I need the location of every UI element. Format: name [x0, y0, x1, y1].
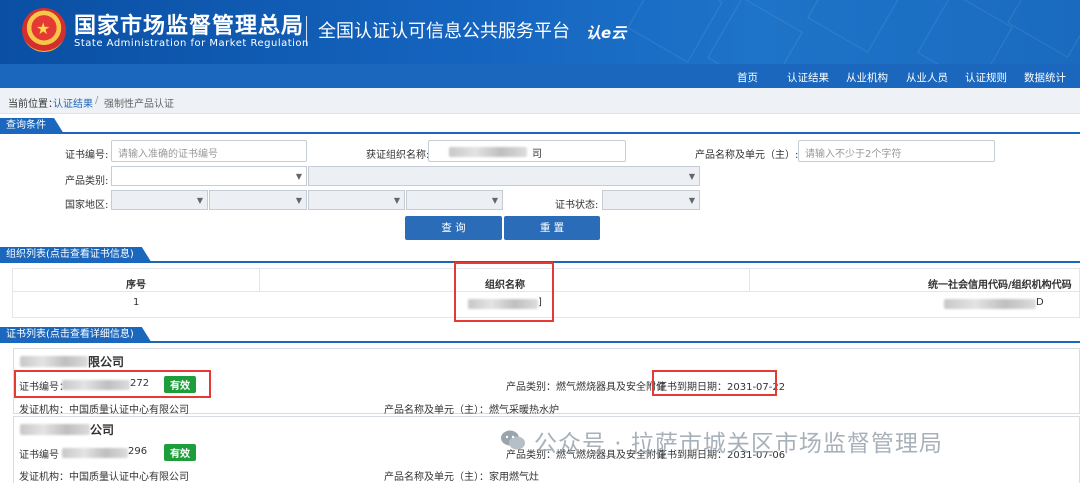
cert-category: 产品类别：燃气燃烧器具及安全附件 [506, 382, 666, 393]
chevron-down-icon: ▼ [688, 196, 695, 205]
status-select[interactable]: ▼ [602, 190, 700, 210]
category-label: 产品类别: [65, 176, 109, 187]
banner-decoration [807, 0, 903, 53]
row-org-code: D [1036, 297, 1044, 308]
category-select[interactable]: ▼ [111, 166, 307, 186]
search-button[interactable]: 查 询 [405, 216, 502, 240]
chevron-down-icon: ▼ [491, 196, 498, 205]
banner-decoration [1007, 0, 1080, 58]
banner-decoration [917, 0, 1013, 64]
cert-company-name[interactable]: 限公司 [88, 353, 124, 370]
cert-issuer: 发证机构：中国质量认证中心有限公司 [19, 472, 189, 483]
chevron-down-icon: ▼ [196, 196, 203, 205]
cert-company-name[interactable]: 公司 [90, 421, 114, 438]
cert-no-input[interactable]: 请输入准确的证书编号 [111, 140, 307, 162]
breadcrumb-current: 强制性产品认证 [104, 99, 174, 110]
region-select-province[interactable]: ▼ [209, 190, 307, 210]
reset-button[interactable]: 重 置 [504, 216, 600, 240]
site-banner: ★ 国家市场监督管理总局 State Administration for Ma… [0, 0, 1080, 64]
nav-item-personnel[interactable]: 从业人员 [906, 70, 948, 85]
nav-item-rules[interactable]: 认证规则 [965, 70, 1007, 85]
redacted-text [20, 356, 88, 367]
redacted-text [20, 424, 90, 435]
subcategory-select[interactable]: ▼ [308, 166, 700, 186]
org-list-title: 组织列表(点击查看证书信息) [0, 247, 152, 263]
region-select-country[interactable]: ▼ [111, 190, 208, 210]
watermark-text: 公众号 · 拉萨市城关区市场监督管理局 [534, 431, 943, 457]
header-divider [306, 16, 307, 46]
region-select-city[interactable]: ▼ [308, 190, 405, 210]
redacted-text [62, 448, 128, 458]
highlight-box [14, 370, 211, 398]
cert-no-label: 证书编号: [65, 150, 109, 161]
org-name-suffix: 司 [532, 149, 542, 160]
cert-list-title: 证书列表(点击查看详细信息) [0, 327, 152, 343]
product-input[interactable]: 请输入不少于2个字符 [798, 140, 995, 162]
national-emblem-icon: ★ [22, 8, 66, 52]
highlight-box [454, 262, 554, 322]
org-list-section-header: 组织列表(点击查看证书信息) [0, 247, 1080, 263]
redacted-text [944, 299, 1036, 309]
region-label: 国家地区: [65, 200, 109, 211]
org-name-cn: 国家市场监督管理总局 [74, 14, 305, 39]
nav-item-home[interactable]: 首页 [737, 70, 758, 85]
highlight-box [652, 370, 777, 396]
breadcrumb-link[interactable]: 认证结果 [53, 95, 93, 110]
breadcrumb-prefix: 当前位置： [8, 99, 58, 110]
chevron-down-icon: ▼ [295, 196, 302, 205]
chevron-down-icon: ▼ [393, 196, 400, 205]
breadcrumb: 当前位置： 认证结果 / 强制性产品认证 [0, 88, 1080, 114]
row-no: 1 [133, 297, 140, 308]
cert-product: 产品名称及单元（主）：家用燃气灶 [384, 472, 539, 483]
query-section-title: 查询条件 [0, 118, 64, 134]
nav-item-statistics[interactable]: 数据统计 [1024, 70, 1066, 85]
breadcrumb-separator: / [95, 95, 99, 106]
nav-item-cert-results[interactable]: 认证结果 [787, 70, 829, 85]
main-nav: 首页 认证结果 从业机构 从业人员 认证规则 数据统计 [0, 64, 1080, 88]
query-section-header: 查询条件 [0, 118, 1080, 134]
nav-item-institutions[interactable]: 从业机构 [846, 70, 888, 85]
cert-no-value: 296 [128, 446, 148, 457]
table-divider [749, 269, 750, 291]
col-header-code: 统一社会信用代码/组织机构代码 [928, 280, 1072, 291]
cert-no-label: 证书编号 [19, 450, 59, 461]
org-name-input[interactable]: 司 [428, 140, 626, 162]
platform-title: 全国认证认可信息公共服务平台 [318, 21, 570, 42]
org-name-label: 获证组织名称: [366, 150, 430, 161]
status-label: 证书状态: [555, 200, 599, 211]
region-select-district[interactable]: ▼ [406, 190, 503, 210]
product-label: 产品名称及单元（主）: [695, 150, 799, 161]
chevron-down-icon: ▼ [688, 172, 695, 181]
banner-decoration [707, 0, 803, 64]
redacted-text [449, 147, 527, 157]
org-name-en: State Administration for Market Regulati… [74, 38, 309, 49]
platform-logo: 认e云 [586, 24, 627, 42]
status-badge: 有效 [164, 444, 196, 461]
cert-product: 产品名称及单元（主）：燃气采暖热水炉 [384, 405, 559, 416]
col-header-no: 序号 [126, 280, 146, 291]
chevron-down-icon: ▼ [295, 172, 302, 181]
cert-list-section-header: 证书列表(点击查看详细信息) [0, 327, 1080, 343]
table-divider [259, 269, 260, 291]
cert-issuer: 发证机构：中国质量认证中心有限公司 [19, 405, 189, 416]
wechat-icon [501, 430, 525, 450]
